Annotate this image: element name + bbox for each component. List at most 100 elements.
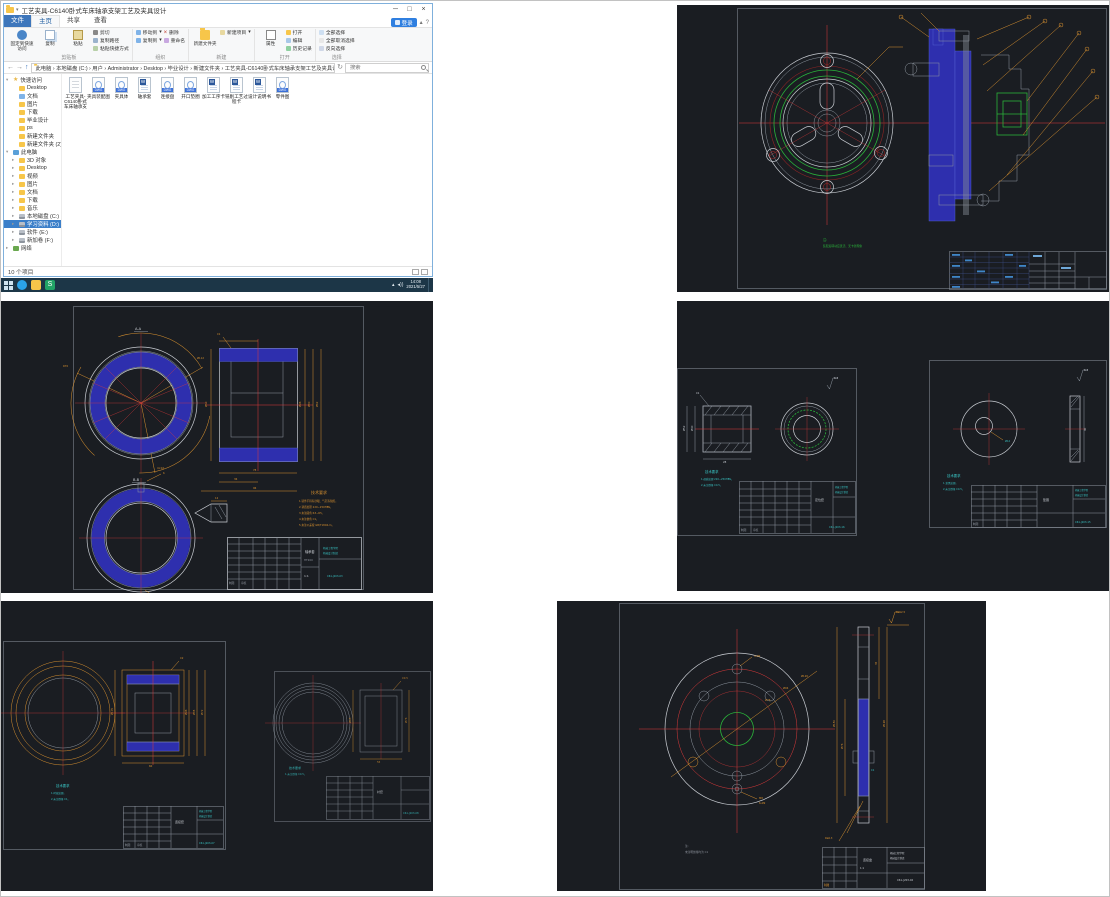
new-folder-button[interactable]: 新建文件夹 (192, 28, 218, 46)
sidebar-item[interactable]: 新建文件夹 (2) (4, 140, 61, 148)
tech-title: 技术要求 (56, 783, 70, 788)
breadcrumb[interactable]: 此电脑 › 本地磁盘 (C:) › 用户 › Administrator › D… (30, 62, 336, 73)
paste-button[interactable]: 粘贴 (65, 29, 91, 46)
ribbon-group-clipboard: 固定到快速访问 复制 粘贴 剪切 复制路径 粘贴快捷方式 剪贴板 (6, 29, 133, 61)
copy-path-button[interactable]: 复制路径 (93, 37, 129, 44)
sidebar-item[interactable]: ▸ 软件 (E:) (4, 228, 61, 236)
account-button[interactable]: 登录 (390, 18, 417, 27)
paste-shortcut-button[interactable]: 粘贴快捷方式 (93, 45, 129, 52)
sidebar-item[interactable]: 下载 (4, 108, 61, 116)
sidebar-item[interactable]: 图片 (4, 100, 61, 108)
help-icon[interactable]: ? (426, 20, 429, 26)
sidebar-item[interactable]: ▸ 图片 (4, 180, 61, 188)
sidebar-item[interactable]: ▸ 新加卷 (F:) (4, 236, 61, 244)
new-item-button[interactable]: 新建项目 ▾ (220, 29, 251, 36)
file-item[interactable]: 设计说明书 (248, 77, 271, 109)
file-item[interactable]: 零件图 (271, 77, 294, 109)
taskbar-clock[interactable]: 14:08 2021/5/27 (406, 280, 425, 289)
file-item[interactable]: 轴承套 (133, 77, 156, 109)
minimize-button[interactable]: ─ (389, 5, 402, 15)
folder-icon (19, 133, 25, 139)
file-item[interactable]: 加工工序卡 (202, 77, 225, 109)
sidebar-item-quick-access[interactable]: ▾ ★ 快速访问 (4, 76, 61, 85)
material: HT200 (304, 558, 313, 562)
select-none-button[interactable]: 全部取消选择 (318, 37, 355, 44)
sidebar-item[interactable]: 新建文件夹 (4, 132, 61, 140)
file-item[interactable]: 夹具体 (110, 77, 133, 109)
sidebar-item[interactable]: ps (4, 124, 61, 132)
tab-view[interactable]: 查看 (87, 15, 114, 27)
sidebar-item[interactable]: 毕业设计 (4, 116, 61, 124)
sidebar-item[interactable]: 文档 (4, 92, 61, 100)
properties-button[interactable]: 属性 (258, 29, 284, 46)
move-to-button[interactable]: 移动到 ▾ (135, 29, 162, 36)
sidebar-item[interactable]: ▸ 本地磁盘 (C:) (4, 212, 61, 220)
sidebar-item-network[interactable]: ▸ 网络 (4, 244, 61, 252)
dim: 36 (234, 477, 238, 481)
collapse-ribbon-icon[interactable]: ▴ (420, 19, 423, 26)
open-button[interactable]: 打开 (285, 29, 312, 36)
browser-taskbar-icon[interactable] (17, 280, 27, 290)
file-item[interactable]: 连接盘 (156, 77, 179, 109)
dim: C0.5 (402, 676, 408, 680)
close-button[interactable]: × (417, 5, 430, 15)
back-icon[interactable]: ← (7, 63, 14, 73)
search-box[interactable] (345, 62, 429, 73)
screenshot-canvas: ▾ 工艺夹具-C6140卧式车床轴承支架工艺及夹具设计 ─ □ × 文件 主页 … (0, 0, 1110, 897)
doc-file-icon (207, 77, 220, 93)
svg-text:技术要求: 技术要求 (311, 489, 327, 495)
tray-expand-icon[interactable]: ▴ (392, 282, 395, 288)
flange-front-view: M8 6-Ø9 Ø76 Ø94 Ø120 4-Ø9 (639, 629, 835, 833)
dim: 96 (253, 486, 257, 490)
forward-icon[interactable]: → (16, 63, 23, 73)
dwg-file-icon (184, 77, 197, 93)
select-all-button[interactable]: 全部选择 (318, 29, 355, 36)
chevron-down-icon[interactable]: ▾ (16, 7, 19, 13)
show-desktop-button[interactable] (428, 278, 430, 292)
ribbon-group-organize: 移动到 ▾ 复制到 ▾ × 删除 重命名 组织 (133, 29, 190, 61)
start-button[interactable] (4, 280, 13, 290)
sidebar-item[interactable]: ▸ 下载 (4, 196, 61, 204)
history-button[interactable]: 历史记录 (285, 45, 312, 52)
dim: Ø112 (197, 355, 204, 360)
sidebar-item[interactable]: ▸ 音乐 (4, 204, 61, 212)
txt-file-icon (69, 77, 82, 93)
part-name: 垫圈 (1043, 497, 1049, 502)
copy-to-button[interactable]: 复制到 ▾ (135, 37, 162, 44)
dim: Ø52 (681, 425, 686, 431)
sidebar-item-selected[interactable]: ▸ 学习资料 (D:) (4, 220, 61, 228)
volume-icon[interactable]: ◂)) (398, 282, 404, 288)
search-input[interactable] (348, 63, 419, 72)
list-view-icon[interactable] (412, 268, 419, 275)
wps-taskbar-icon[interactable]: S (45, 280, 55, 290)
sidebar-item[interactable]: ▸ Desktop (4, 164, 61, 172)
folder-icon (19, 173, 25, 179)
file-item[interactable]: 夹具装配图 (87, 77, 110, 109)
file-item[interactable]: 工艺夹具-C6140卧式车床轴承支架工艺及夹具设计 (64, 77, 87, 109)
sidebar-item[interactable]: ▸ 文档 (4, 188, 61, 196)
explorer-taskbar-icon[interactable] (31, 280, 41, 290)
properties-icon (265, 30, 276, 40)
tab-file[interactable]: 文件 (4, 15, 31, 27)
tab-share[interactable]: 共享 (60, 15, 87, 27)
invert-selection-button[interactable]: 反向选择 (318, 45, 355, 52)
maximize-button[interactable]: □ (403, 5, 416, 15)
rename-button[interactable]: 重命名 (163, 37, 185, 44)
pin-to-quick-access-button[interactable]: 固定到快速访问 (9, 29, 35, 51)
sidebar-item[interactable]: ▸ 3D 对象 (4, 156, 61, 164)
file-item[interactable]: 开口垫圈 (179, 77, 202, 109)
file-item[interactable]: 铣削工艺过程卡 (225, 77, 248, 109)
sidebar-item-this-pc[interactable]: ▾ 此电脑 (4, 148, 61, 156)
thumbnail-view-icon[interactable] (421, 268, 428, 275)
copy-button[interactable]: 复制 (37, 29, 63, 46)
delete-button[interactable]: × 删除 (164, 29, 185, 37)
refresh-icon[interactable]: ↻ (337, 63, 343, 73)
edit-button[interactable]: 编辑 (285, 37, 312, 44)
cut-button[interactable]: 剪切 (93, 29, 129, 36)
sidebar-item[interactable]: ▸ 视频 (4, 172, 61, 180)
cad-flange-drawing: M8 6-Ø9 Ø76 Ø94 Ø120 4-Ø9 注: 未注明倒角均为 C1 (619, 603, 925, 890)
sidebar-item[interactable]: Desktop (4, 84, 61, 92)
up-icon[interactable]: ↑ (25, 63, 29, 73)
svg-text:1.调质处理 220~250HBS。: 1.调质处理 220~250HBS。 (701, 477, 733, 481)
tab-home[interactable]: 主页 (31, 15, 60, 27)
